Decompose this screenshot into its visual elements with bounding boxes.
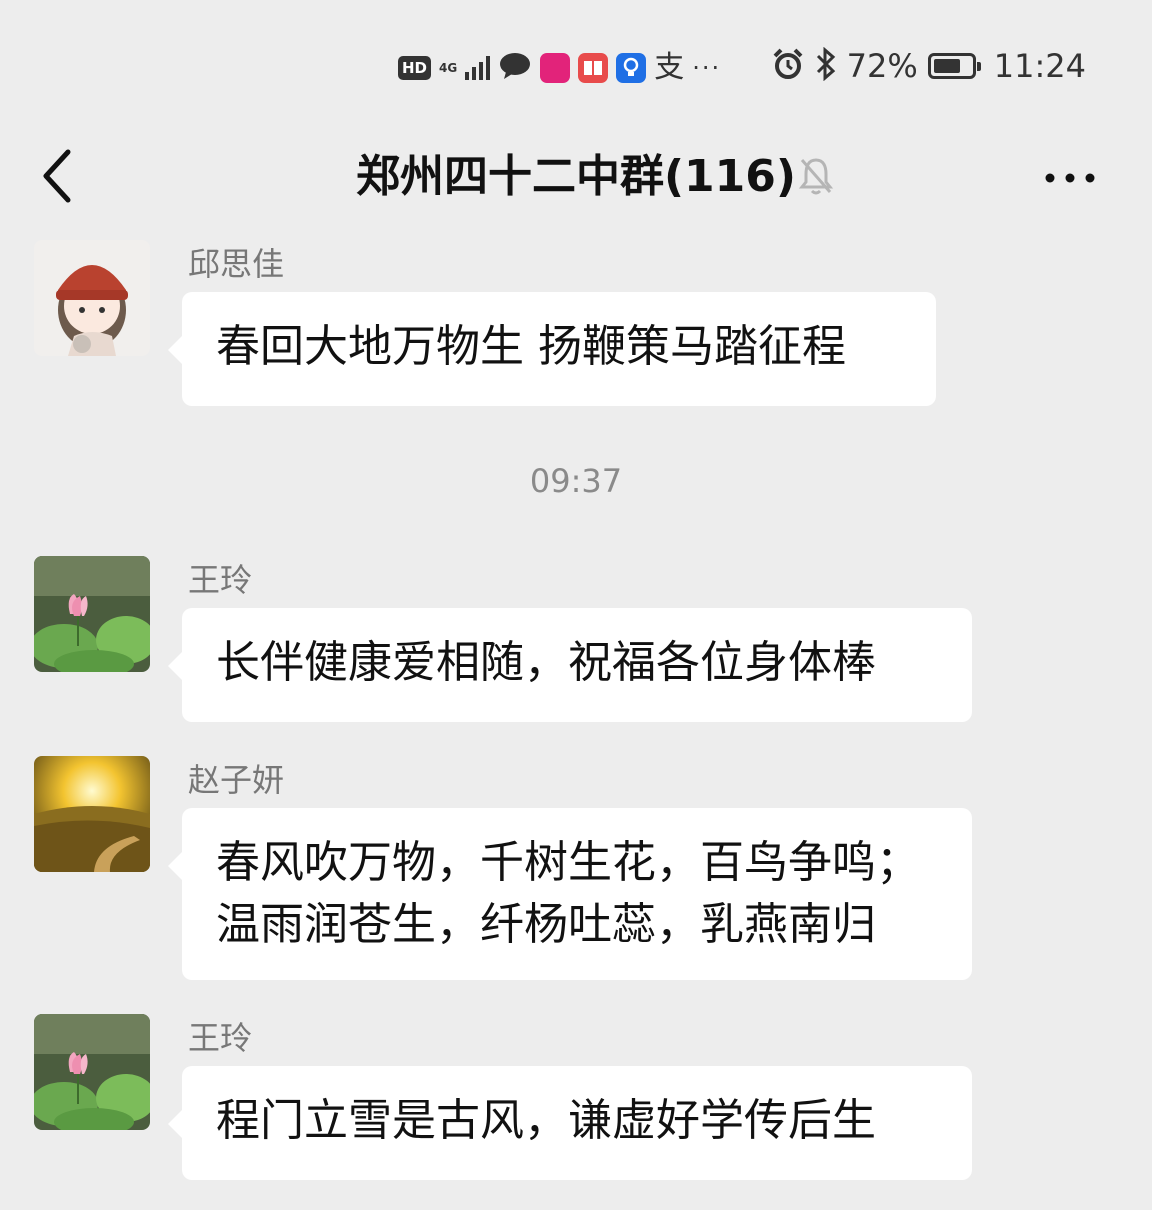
status-bar-left: HD 4G 支 ···: [398, 48, 721, 88]
message-text-line: 春风吹万物，千树生花，百鸟争鸣；: [216, 837, 920, 888]
sender-name: 王玲: [188, 561, 253, 599]
title-wrap: 郑州四十二中群(116): [0, 148, 1152, 206]
clock: 11:24: [993, 47, 1086, 85]
bell-off-icon: [796, 154, 836, 198]
battery-percent: 72%: [846, 47, 918, 85]
alarm-icon: [771, 47, 805, 85]
message-bubble[interactable]: 春回大地万物生 扬鞭策马踏征程: [168, 292, 936, 406]
chat-header: 郑州四十二中群(116): [0, 130, 1152, 226]
message-bubble[interactable]: 程门立雪是古风，谦虚好学传后生: [168, 1066, 972, 1180]
message-text: 程门立雪是古风，谦虚好学传后生: [216, 1095, 876, 1146]
status-bar: HD 4G 支 ··· 72% 11:24: [0, 40, 1152, 96]
message-timestamp: 09:37: [529, 462, 623, 500]
message-bubble[interactable]: 春风吹万物，千树生花，百鸟争鸣； 温雨润苍生，纤杨吐蕊，乳燕南归: [168, 808, 972, 980]
sender-name: 王玲: [188, 1019, 253, 1057]
avatar[interactable]: [34, 1014, 150, 1130]
signal-icon: [465, 56, 491, 80]
avatar[interactable]: [34, 240, 150, 356]
sender-name: 赵子妍: [188, 761, 285, 799]
avatar[interactable]: [34, 756, 150, 872]
chat-title: 郑州四十二中群(116): [355, 151, 797, 202]
battery-icon: [927, 53, 981, 79]
status-bar-right: 72% 11:24: [771, 46, 1086, 86]
message-bubble[interactable]: 长伴健康爱相随，祝福各位身体棒: [168, 608, 972, 722]
vipshop-icon: [540, 53, 571, 83]
book-app-icon: [578, 53, 609, 83]
alipay-icon: 支: [654, 50, 685, 85]
more-notifications-icon: ···: [692, 54, 722, 82]
network-type: 4G: [439, 61, 458, 75]
avatar[interactable]: [34, 556, 150, 672]
chat-bubble-icon: [498, 51, 532, 85]
bluetooth-icon: [815, 46, 837, 85]
message-text-line: 温雨润苍生，纤杨吐蕊，乳燕南归: [216, 899, 876, 950]
message-text: 长伴健康爱相随，祝福各位身体棒: [216, 637, 876, 688]
more-dots-icon[interactable]: [1040, 158, 1100, 198]
hd-badge: HD: [398, 56, 432, 80]
message-text: 春回大地万物生 扬鞭策马踏征程: [216, 321, 846, 372]
bulb-app-icon: [616, 53, 647, 83]
sender-name: 邱思佳: [188, 245, 285, 283]
